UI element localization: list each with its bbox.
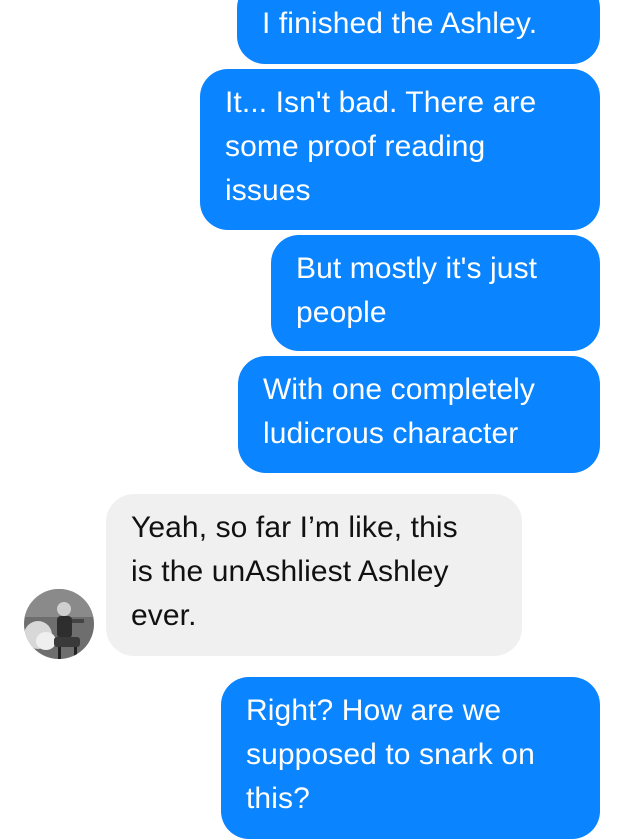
message-thread: I finished the Ashley. It... Isn't bad. …	[0, 0, 640, 839]
outgoing-message-bubble[interactable]: Right? How are we supposed to snark on t…	[221, 677, 600, 839]
contact-avatar[interactable]	[24, 589, 94, 659]
outgoing-message-bubble[interactable]: I finished the Ashley.	[237, 0, 600, 64]
contact-avatar-photo-icon	[24, 589, 94, 659]
outgoing-message-bubble[interactable]: With one completely ludicrous character	[238, 356, 600, 473]
outgoing-message-bubble[interactable]: But mostly it's just people	[271, 235, 600, 351]
outgoing-message-bubble[interactable]: It... Isn't bad. There are some proof re…	[200, 69, 600, 230]
incoming-message-bubble[interactable]: Yeah, so far I’m like, this is the unAsh…	[106, 494, 522, 656]
